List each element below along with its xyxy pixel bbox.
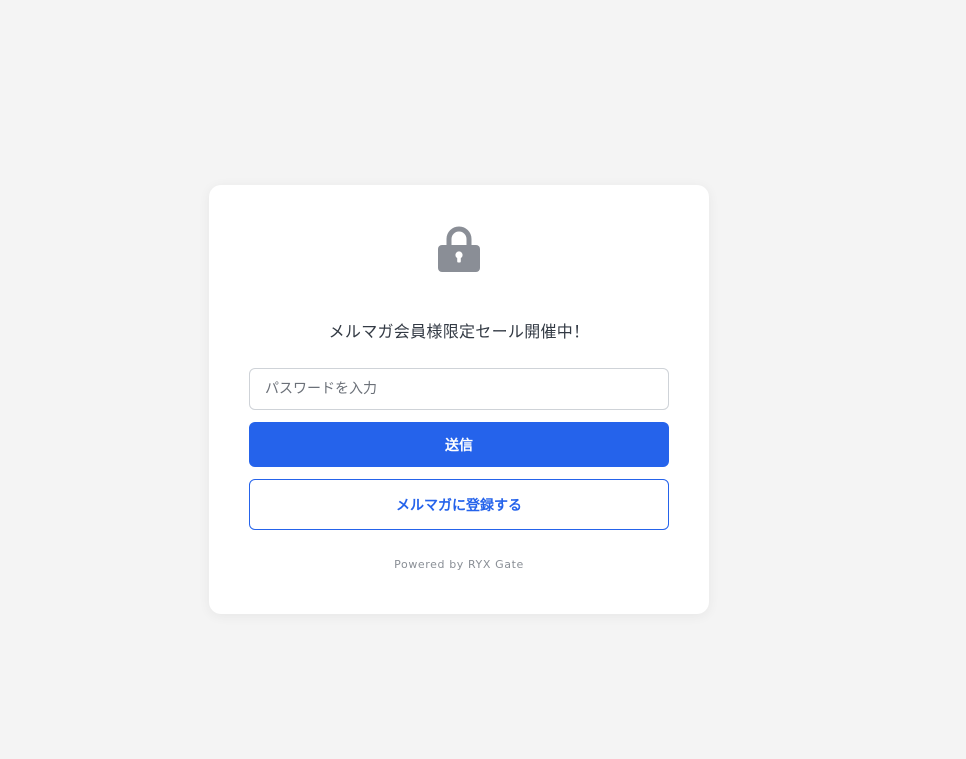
powered-by-text: Powered by RYX Gate xyxy=(394,558,524,571)
lock-icon xyxy=(438,226,480,272)
password-input[interactable] xyxy=(249,368,669,410)
gate-message: メルマガ会員様限定セール開催中！ xyxy=(328,322,590,341)
register-newsletter-button[interactable]: メルマガに登録する xyxy=(249,479,669,530)
submit-button[interactable]: 送信 xyxy=(249,422,669,467)
gate-card: メルマガ会員様限定セール開催中！ 送信 メルマガに登録する Powered by… xyxy=(209,185,709,614)
